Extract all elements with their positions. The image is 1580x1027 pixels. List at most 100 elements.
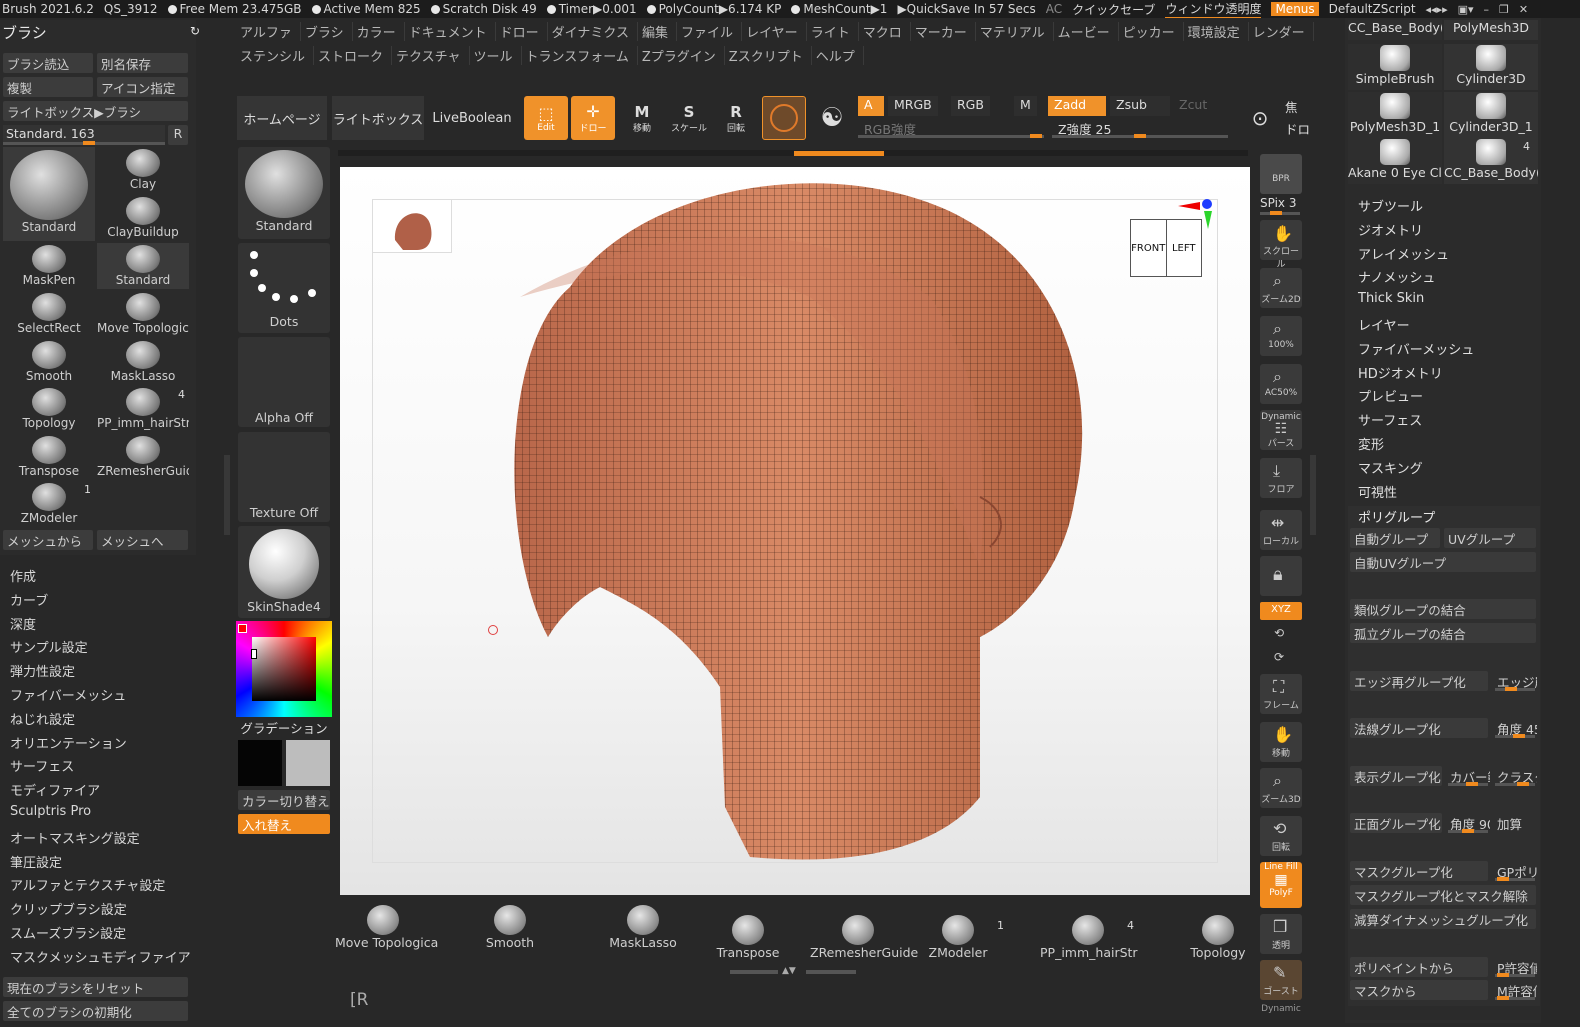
secondary-color-swatch[interactable] — [286, 740, 330, 786]
menu-item[interactable]: ツール — [470, 45, 522, 65]
brush-zremesherguide[interactable]: ZRemesherGuide — [97, 434, 189, 480]
lock-button[interactable]: 🔒︎ — [1260, 556, 1302, 596]
antialias-half-button[interactable]: ⌕ AC50% — [1260, 364, 1302, 404]
nav-front-face[interactable]: FRONT — [1131, 220, 1167, 276]
rotate-z-icon[interactable]: ⟳ — [1274, 650, 1284, 664]
brush-submenu-item[interactable]: アルファとテクスチャ設定 — [10, 875, 165, 894]
symmetry-button[interactable]: ☯ — [810, 96, 854, 140]
material-mode-button[interactable] — [762, 96, 806, 140]
menus-button[interactable]: Menus — [1271, 2, 1319, 16]
brush-submenu-item[interactable]: スムーズブラシ設定 — [10, 923, 126, 942]
brush-slider[interactable]: Standard. 163 — [3, 125, 165, 145]
close-icon[interactable]: ✕ — [1519, 3, 1528, 16]
shelf-brush[interactable]: ZModeler 1 — [910, 915, 1006, 960]
menu-item[interactable]: カラー — [353, 21, 405, 41]
brush-submenu-item[interactable]: 作成 — [10, 566, 36, 585]
frame-button[interactable]: ⛶ フレーム — [1260, 674, 1302, 714]
angle-45-slider[interactable]: 角度 45 — [1493, 718, 1537, 738]
brush-submenu-item[interactable]: 筆圧設定 — [10, 852, 62, 871]
tool-submenu-item[interactable]: ジオメトリ — [1358, 220, 1423, 239]
polyframe-button[interactable]: Line Fill ▦ PolyF — [1260, 862, 1302, 908]
menu-item[interactable]: マーカー — [911, 21, 976, 41]
tool-submenu-item[interactable]: Thick Skin — [1358, 291, 1424, 306]
m-button[interactable]: M — [1014, 96, 1037, 116]
a-button[interactable]: A — [858, 96, 884, 116]
transparent-button[interactable]: ❒ 透明 — [1260, 914, 1302, 954]
menu-item[interactable]: ダイナミクス — [548, 21, 639, 41]
zoom2d-button[interactable]: ⌕ ズーム2D — [1260, 268, 1302, 308]
shelf-brush[interactable]: Transpose — [700, 915, 796, 960]
menu-item[interactable]: ファイル — [677, 21, 743, 41]
to-mesh-button[interactable]: メッシュへ — [97, 530, 188, 550]
r-button[interactable]: R — [168, 125, 188, 145]
rgb-intensity-slider[interactable]: RGB強度 — [858, 118, 1044, 138]
zoom3d-button[interactable]: ⌕ ズーム3D — [1260, 768, 1302, 808]
load-brush-button[interactable]: ブラシ読込 — [3, 53, 93, 73]
tool-submenu-item[interactable]: ファイバーメッシュ — [1358, 339, 1474, 358]
init-all-brushes-button[interactable]: 全てのブラシの初期化 — [3, 1001, 188, 1021]
gradient-label[interactable]: グラデーション — [238, 718, 330, 736]
hair-mesh-model[interactable] — [340, 167, 1250, 895]
quick-save-button[interactable]: クイックセーブ — [1072, 1, 1155, 18]
set-icon-button[interactable]: アイコン指定 — [97, 77, 188, 97]
move-view-button[interactable]: ✋ 移動 — [1260, 722, 1302, 762]
coverage-slider[interactable]: カバー範 — [1446, 766, 1490, 786]
menu-item[interactable]: ムービー — [1054, 21, 1119, 41]
liveboolean-button[interactable]: LiveBoolean — [426, 96, 518, 140]
menu-item[interactable]: ドキュメント — [405, 21, 496, 41]
tool-submenu-item[interactable]: マスキング — [1358, 458, 1423, 477]
brush-topology[interactable]: Topology — [3, 386, 95, 432]
main-color-swatch[interactable] — [238, 740, 282, 786]
scroll-button[interactable]: ✋ スクロール — [1260, 220, 1302, 270]
tool-thumb[interactable]: PolyMesh3D — [1444, 20, 1538, 40]
brush-submenu-item[interactable]: カーブ — [10, 590, 48, 609]
brush-submenu-item[interactable]: 弾力性設定 — [10, 661, 75, 680]
tool-submenu-item[interactable]: サブツール — [1358, 196, 1423, 215]
menu-item[interactable]: レンダー — [1249, 21, 1314, 41]
restore-icon[interactable]: ❐ — [1499, 3, 1509, 16]
uv-group-button[interactable]: UVグループ — [1444, 528, 1536, 548]
right-tray-scrollbar[interactable] — [1310, 455, 1316, 535]
tool-submenu-item[interactable]: サーフェス — [1358, 410, 1422, 429]
brush-submenu-item[interactable]: ねじれ設定 — [10, 709, 75, 728]
rotate-button[interactable]: R 回転 — [714, 96, 758, 140]
spotlight-button[interactable]: ⊙ — [1238, 96, 1282, 140]
focal-shift-slider[interactable]: 焦 — [1284, 96, 1299, 116]
menu-item[interactable]: 編集 — [638, 21, 678, 41]
canvas-viewport[interactable]: FRONT LEFT — [340, 167, 1250, 895]
edge-regroup-button[interactable]: エッジ再グループ化 — [1350, 671, 1488, 691]
brush-submenu-item[interactable]: クリップブラシ設定 — [10, 899, 127, 918]
shelf-brush[interactable]: Smooth — [462, 905, 558, 950]
swap-button[interactable]: 入れ替え — [238, 814, 330, 834]
ac-label[interactable]: AC — [1046, 2, 1062, 16]
menu-item[interactable]: レイヤー — [742, 21, 807, 41]
menu-item[interactable]: Zスクリプト — [725, 45, 812, 65]
actual-size-button[interactable]: ⌕ 100% — [1260, 316, 1302, 356]
left-tray-scrollbar[interactable] — [224, 455, 230, 535]
from-mesh-button[interactable]: メッシュから — [3, 530, 93, 550]
dock-icon[interactable]: ↻ — [190, 24, 200, 38]
rotate-y-icon[interactable]: ⟲ — [1274, 626, 1284, 640]
edge-loop-slider[interactable]: エッジ崩 — [1493, 671, 1537, 691]
lightbox-button[interactable]: ライトボックス — [332, 96, 424, 140]
tool-submenu-item[interactable]: アレイメッシュ — [1358, 244, 1449, 263]
brush-standard[interactable]: Standard — [97, 243, 189, 289]
brush-submenu-item[interactable]: 深度 — [10, 614, 36, 633]
tool-submenu-item[interactable]: 可視性 — [1358, 482, 1397, 501]
polygroup-title[interactable]: ポリグループ — [1358, 507, 1435, 526]
z-intensity-slider[interactable]: Z強度 25 — [1052, 118, 1228, 138]
clone-button[interactable]: 複製 — [3, 77, 93, 97]
spix-slider[interactable]: SPix 3 — [1260, 196, 1302, 216]
menu-item[interactable]: ライト — [807, 21, 859, 41]
front-group-button[interactable]: 正面グループ化 — [1350, 813, 1442, 833]
tool-thumb[interactable]: Akane 0 Eye Clos — [1348, 138, 1442, 184]
cluster-slider[interactable]: クラスタ — [1493, 766, 1537, 786]
from-polypaint-button[interactable]: ポリペイントから — [1350, 957, 1488, 977]
tool-submenu-item[interactable]: ナノメッシュ — [1358, 267, 1435, 286]
p-tolerance-slider[interactable]: P許容値 — [1493, 957, 1537, 977]
default-zscript-button[interactable]: DefaultZScript — [1329, 2, 1416, 16]
mask-group-button[interactable]: マスクグループ化 — [1350, 861, 1488, 881]
brush-masklasso[interactable]: MaskLasso — [97, 339, 189, 385]
color-picker[interactable] — [236, 621, 332, 717]
homepage-button[interactable]: ホームページ — [237, 96, 327, 140]
